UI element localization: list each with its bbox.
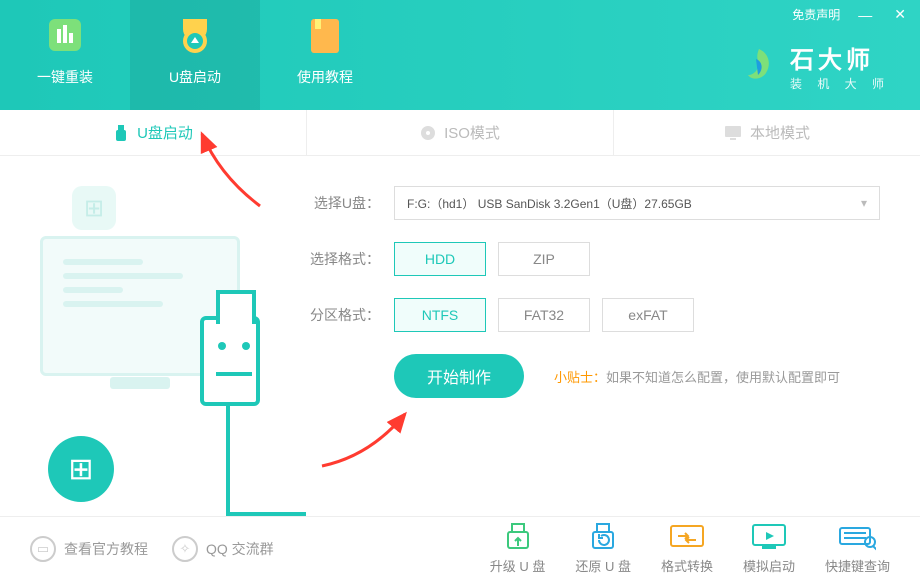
format-convert-icon [668,522,706,552]
link-label: 查看官方教程 [64,539,148,559]
usb-boot-icon [171,11,219,59]
link-label: QQ 交流群 [206,539,274,559]
sub-tab-iso[interactable]: ISO模式 [307,110,614,155]
close-button[interactable]: ✕ [890,6,910,23]
nav-label: 使用教程 [297,67,353,87]
action-label: 格式转换 [661,556,713,575]
partition-option-ntfs[interactable]: NTFS [394,298,486,332]
usb-select-label: 选择U盘： [310,193,380,213]
nav-label: 一键重装 [37,67,93,87]
tutorial-icon [301,11,349,59]
upgrade-usb-icon [499,522,537,552]
usb-plug-illust [200,316,260,406]
format-option-hdd[interactable]: HDD [394,242,486,276]
brand-subtitle: 装 机 大 师 [790,75,890,92]
usb-cable-illust [226,406,230,516]
tip-text: 如果不知道怎么配置，使用默认配置即可 [606,370,840,385]
usb-icon [113,124,129,142]
action-label: 升级 U 盘 [490,556,546,575]
nav-tab-reinstall[interactable]: 一键重装 [0,0,130,110]
action-restore-usb[interactable]: 还原 U 盘 [575,522,631,575]
official-tutorial-link[interactable]: ▭ 查看官方教程 [30,536,148,562]
action-label: 模拟启动 [743,556,795,575]
partition-option-fat32[interactable]: FAT32 [498,298,590,332]
brand-name: 石大师 [790,40,890,75]
nav-tab-tutorial[interactable]: 使用教程 [260,0,390,110]
action-label: 还原 U 盘 [575,556,631,575]
tip-label: 小贴士： [554,370,606,385]
format-label: 选择格式： [310,249,380,269]
sub-tab-label: 本地模式 [750,122,810,143]
brand: 石大师 装 机 大 师 [738,40,890,92]
partition-label: 分区格式： [310,305,380,325]
annotation-arrow-2 [310,406,420,476]
annotation-arrow-1 [190,126,280,216]
iso-icon [420,125,436,141]
action-label: 快捷键查询 [825,556,890,575]
brand-logo-icon [738,45,780,87]
partition-option-exfat[interactable]: exFAT [602,298,694,332]
chevron-down-icon: ▾ [861,196,867,210]
start-button[interactable]: 开始制作 [394,354,524,398]
simulate-boot-icon [750,522,788,552]
sub-tabs: U盘启动 ISO模式 本地模式 [0,110,920,156]
minimize-button[interactable]: — [854,7,876,23]
action-hotkey-lookup[interactable]: 快捷键查询 [825,522,890,575]
action-format-convert[interactable]: 格式转换 [661,522,713,575]
nav-tab-usb-boot[interactable]: U盘启动 [130,0,260,110]
reinstall-icon [41,11,89,59]
monitor-icon [724,125,742,141]
windows-badge-icon: ⊞ [48,436,114,502]
action-upgrade-usb[interactable]: 升级 U 盘 [490,522,546,575]
tip: 小贴士：如果不知道怎么配置，使用默认配置即可 [554,367,840,386]
book-icon: ▭ [30,536,56,562]
nav-tabs: 一键重装 U盘启动 使用教程 [0,0,390,110]
header: 免责声明 — ✕ 一键重装 U盘启动 使用教程 石大师 装 机 大 师 [0,0,920,110]
usb-select[interactable]: F:G:（hd1） USB SanDisk 3.2Gen1（U盘）27.65GB… [394,186,880,220]
qq-group-link[interactable]: ✧ QQ 交流群 [172,536,274,562]
sub-tab-label: ISO模式 [444,122,500,143]
hotkey-lookup-icon [838,522,876,552]
restore-usb-icon [584,522,622,552]
disclaimer-link[interactable]: 免责声明 [792,6,840,23]
sub-tab-label: U盘启动 [137,122,193,143]
format-option-zip[interactable]: ZIP [498,242,590,276]
nav-label: U盘启动 [169,67,221,87]
sub-tab-local[interactable]: 本地模式 [614,110,920,155]
bottom-bar: ▭ 查看官方教程 ✧ QQ 交流群 升级 U 盘 还原 U 盘 格式转换 模拟启… [0,516,920,580]
main: ⊞ ⊞ 选择U盘： F:G:（hd1） USB SanDisk 3.2Gen1（… [0,156,920,516]
usb-select-value: F:G:（hd1） USB SanDisk 3.2Gen1（U盘）27.65GB [407,195,692,212]
action-simulate-boot[interactable]: 模拟启动 [743,522,795,575]
qq-icon: ✧ [172,536,198,562]
titlebar: 免责声明 — ✕ [792,6,910,23]
windows-deco-icon: ⊞ [72,186,116,230]
